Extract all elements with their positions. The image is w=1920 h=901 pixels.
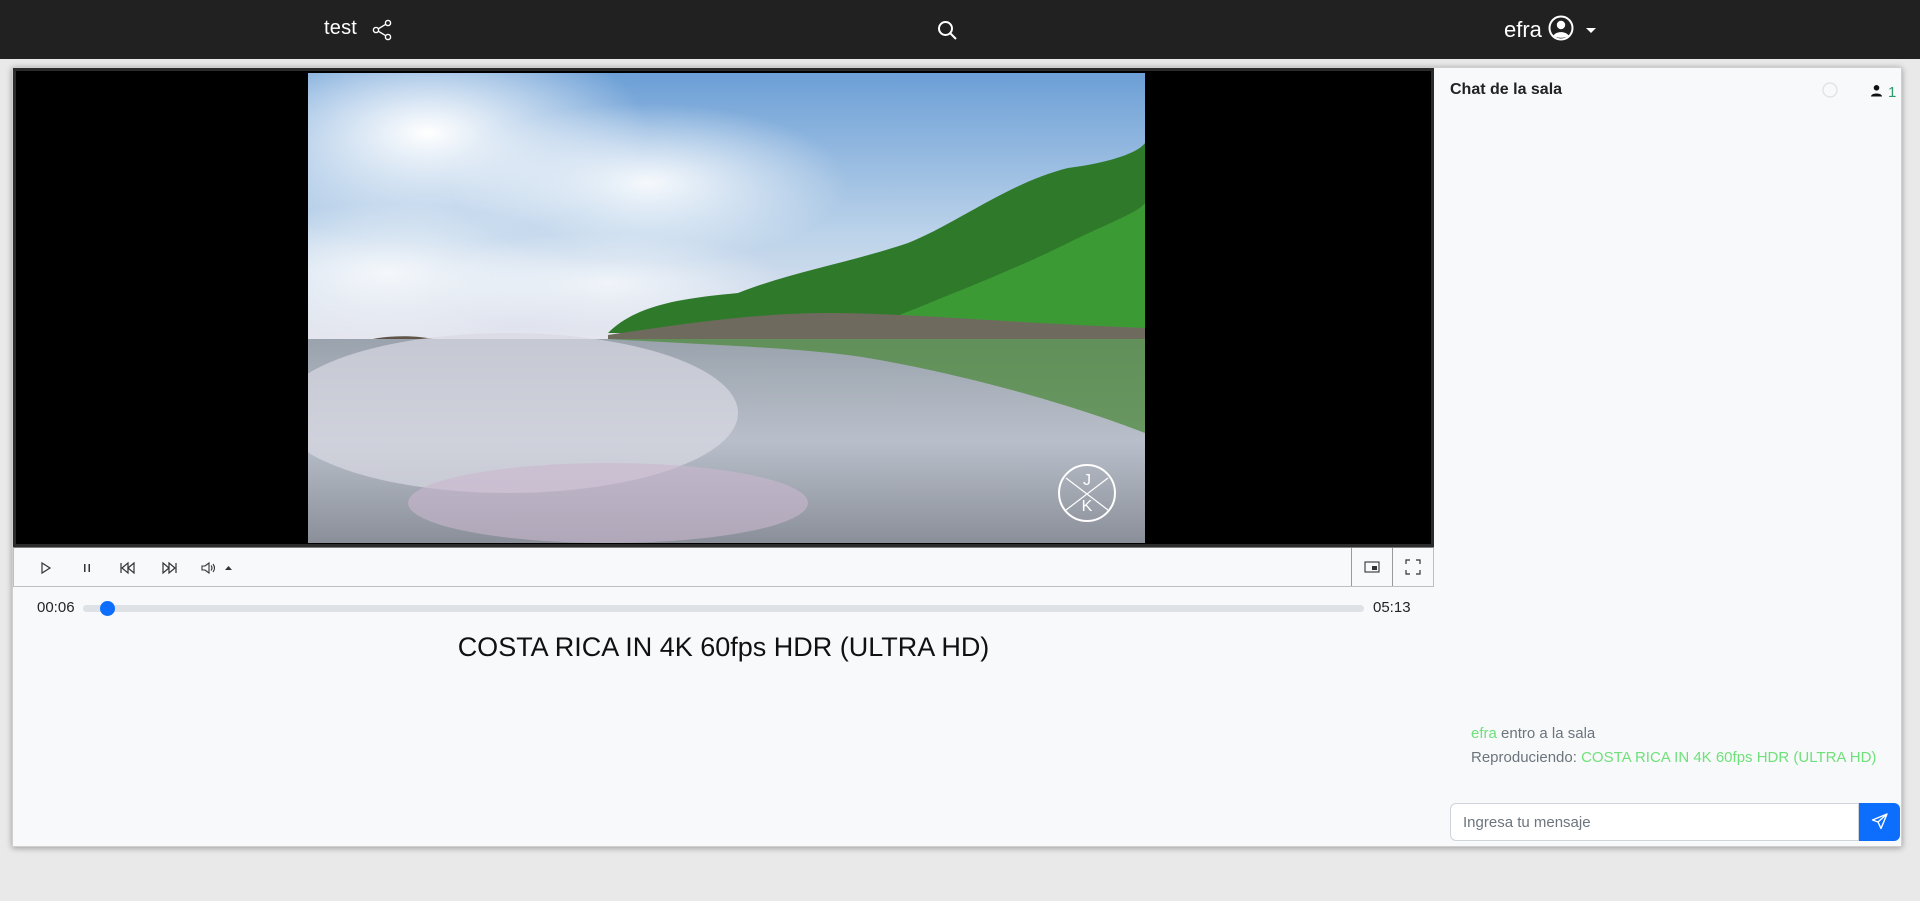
- play-icon[interactable]: [34, 556, 58, 580]
- chat-input-row: [1450, 803, 1900, 841]
- video-title: COSTA RICA IN 4K 60fps HDR (ULTRA HD): [457, 632, 990, 662]
- total-time: 05:13: [1373, 599, 1411, 616]
- room-name: test: [324, 17, 358, 39]
- message-text: Reproduciendo:: [1471, 749, 1582, 766]
- chevron-down-icon: [1585, 27, 1596, 33]
- chat-message: efra entro a la sala: [1471, 722, 1881, 746]
- seek-bar-thumb[interactable]: [100, 601, 116, 616]
- fullscreen-icon[interactable]: [1392, 548, 1433, 586]
- svg-text:K: K: [1082, 498, 1093, 515]
- chat-panel: Chat de la sala 1 efra entro a la sala R…: [1434, 68, 1901, 846]
- chat-messages: efra entro a la sala Reproduciendo: COST…: [1471, 722, 1881, 770]
- fast-forward-icon[interactable]: [157, 556, 181, 580]
- user-circle-icon: [1548, 15, 1574, 46]
- share-icon[interactable]: [370, 18, 394, 42]
- online-users: 1: [1870, 84, 1896, 101]
- current-time: 00:06: [37, 599, 75, 616]
- send-button[interactable]: [1859, 803, 1900, 841]
- chat-message: Reproduciendo: COSTA RICA IN 4K 60fps HD…: [1471, 746, 1881, 770]
- chat-message-input[interactable]: [1450, 803, 1859, 841]
- message-video-title: COSTA RICA IN 4K 60fps HDR (ULTRA HD): [1581, 749, 1877, 766]
- message-user: efra: [1471, 725, 1497, 742]
- online-user-count: 1: [1888, 84, 1897, 101]
- search-icon[interactable]: [935, 18, 959, 42]
- top-navbar: test efra: [0, 0, 1920, 59]
- video-player[interactable]: J K: [13, 68, 1434, 547]
- svg-text:J: J: [1083, 472, 1091, 489]
- user-name: efra: [1504, 17, 1542, 42]
- person-icon: [1870, 84, 1883, 101]
- chat-title: Chat de la sala: [1450, 81, 1563, 98]
- room-card: J K 00:06 05:13 COSTA RICA IN 4K 60fps H…: [12, 67, 1902, 847]
- seek-bar[interactable]: [83, 601, 1364, 616]
- picture-in-picture-icon[interactable]: [1351, 548, 1392, 586]
- volume-icon[interactable]: [198, 556, 238, 580]
- player-controls: [13, 547, 1434, 587]
- user-menu-dropdown[interactable]: efra: [1504, 14, 1596, 46]
- settings-icon[interactable]: [1820, 80, 1840, 100]
- pause-icon[interactable]: [75, 556, 99, 580]
- rewind-icon[interactable]: [116, 556, 140, 580]
- progress-row: 00:06 05:13: [13, 595, 1434, 619]
- message-text: entro a la sala: [1496, 725, 1596, 742]
- video-frame-image: J K: [308, 73, 1145, 543]
- send-icon: [1871, 812, 1889, 833]
- player-area: J K 00:06 05:13 COSTA RICA IN 4K 60fps H…: [13, 68, 1434, 848]
